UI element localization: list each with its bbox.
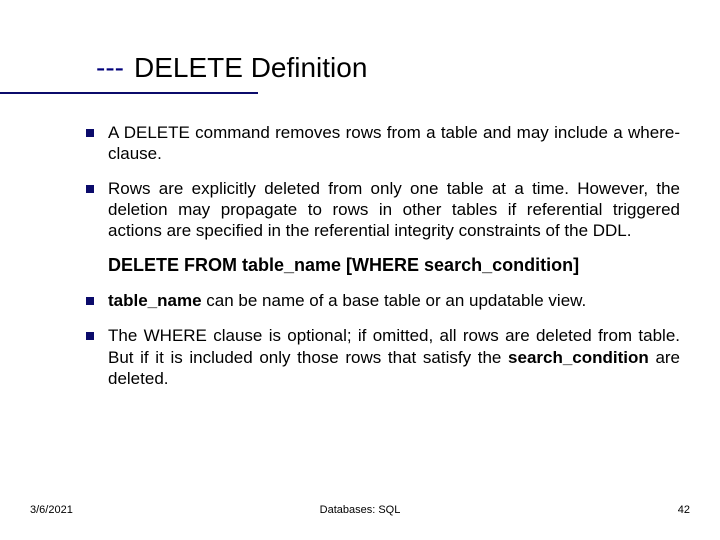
bullet-icon [86, 129, 94, 137]
bullet-text: The WHERE clause is optional; if omitted… [108, 325, 680, 388]
bullet-text: table_name can be name of a base table o… [108, 290, 680, 311]
title-text: DELETE Definition [134, 52, 367, 84]
bullet-icon [86, 297, 94, 305]
slide: --- DELETE Definition A DELETE command r… [0, 0, 720, 540]
slide-title: --- DELETE Definition [96, 52, 367, 84]
footer-page-number: 42 [678, 504, 690, 516]
syntax-text: DELETE FROM table_name [WHERE search_con… [108, 255, 579, 275]
list-item: A DELETE command removes rows from a tab… [86, 122, 680, 164]
list-item: table_name can be name of a base table o… [86, 290, 680, 311]
bullet-icon [86, 185, 94, 193]
syntax-line: DELETE FROM table_name [WHERE search_con… [108, 255, 680, 276]
bullet-text: A DELETE command removes rows from a tab… [108, 122, 680, 164]
title-dashes: --- [96, 52, 124, 84]
title-underline [0, 92, 258, 94]
list-item: The WHERE clause is optional; if omitted… [86, 325, 680, 388]
footer-center: Databases: SQL [0, 504, 720, 516]
content-area: A DELETE command removes rows from a tab… [86, 122, 680, 403]
list-item: Rows are explicitly deleted from only on… [86, 178, 680, 241]
bullet-icon [86, 332, 94, 340]
bullet-text: Rows are explicitly deleted from only on… [108, 178, 680, 241]
